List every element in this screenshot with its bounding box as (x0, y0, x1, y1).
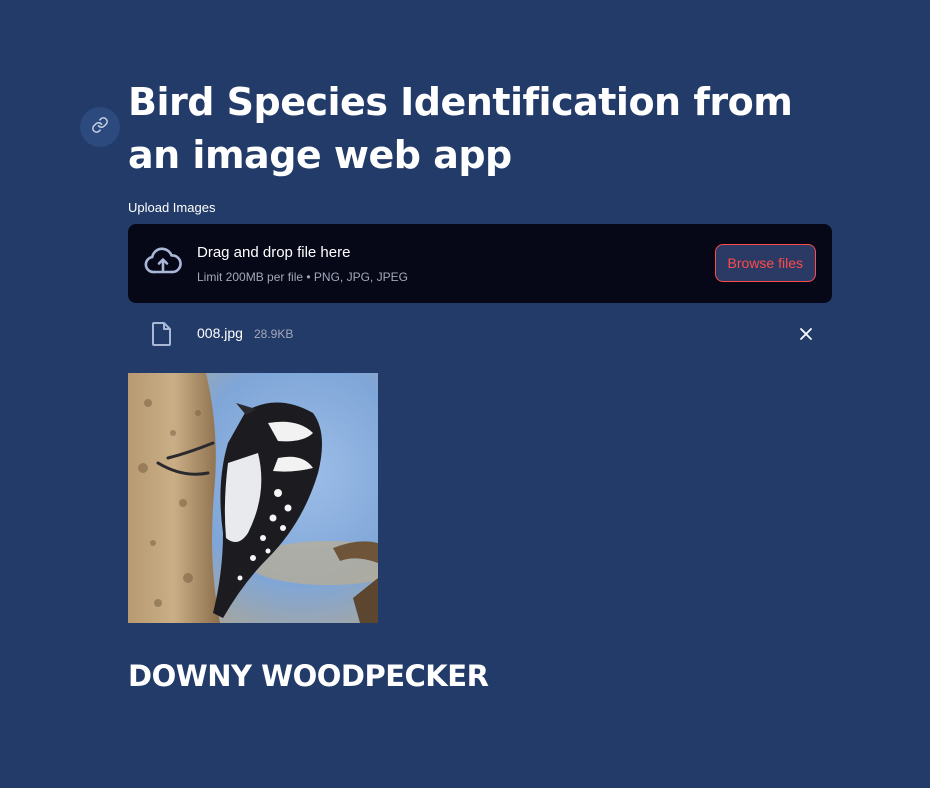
prediction-result: DOWNY WOODPECKER (128, 659, 489, 693)
dropzone-hint: Limit 200MB per file • PNG, JPG, JPEG (197, 270, 408, 284)
file-icon (150, 321, 174, 347)
file-size: 28.9KB (254, 327, 294, 341)
page-title: Bird Species Identification from an imag… (128, 80, 793, 177)
uploaded-file-row: 008.jpg 28.9KB (128, 313, 832, 355)
cloud-upload-icon (144, 246, 182, 278)
close-icon[interactable] (796, 324, 816, 344)
uploaded-bird-image (128, 373, 378, 623)
file-dropzone[interactable]: Drag and drop file here Limit 200MB per … (128, 224, 832, 303)
link-icon (91, 116, 109, 139)
heading-anchor-link[interactable] (80, 107, 120, 147)
upload-label: Upload Images (128, 200, 216, 215)
browse-files-button[interactable]: Browse files (714, 244, 816, 282)
dropzone-title: Drag and drop file here (197, 244, 351, 261)
file-name: 008.jpg (197, 325, 243, 341)
